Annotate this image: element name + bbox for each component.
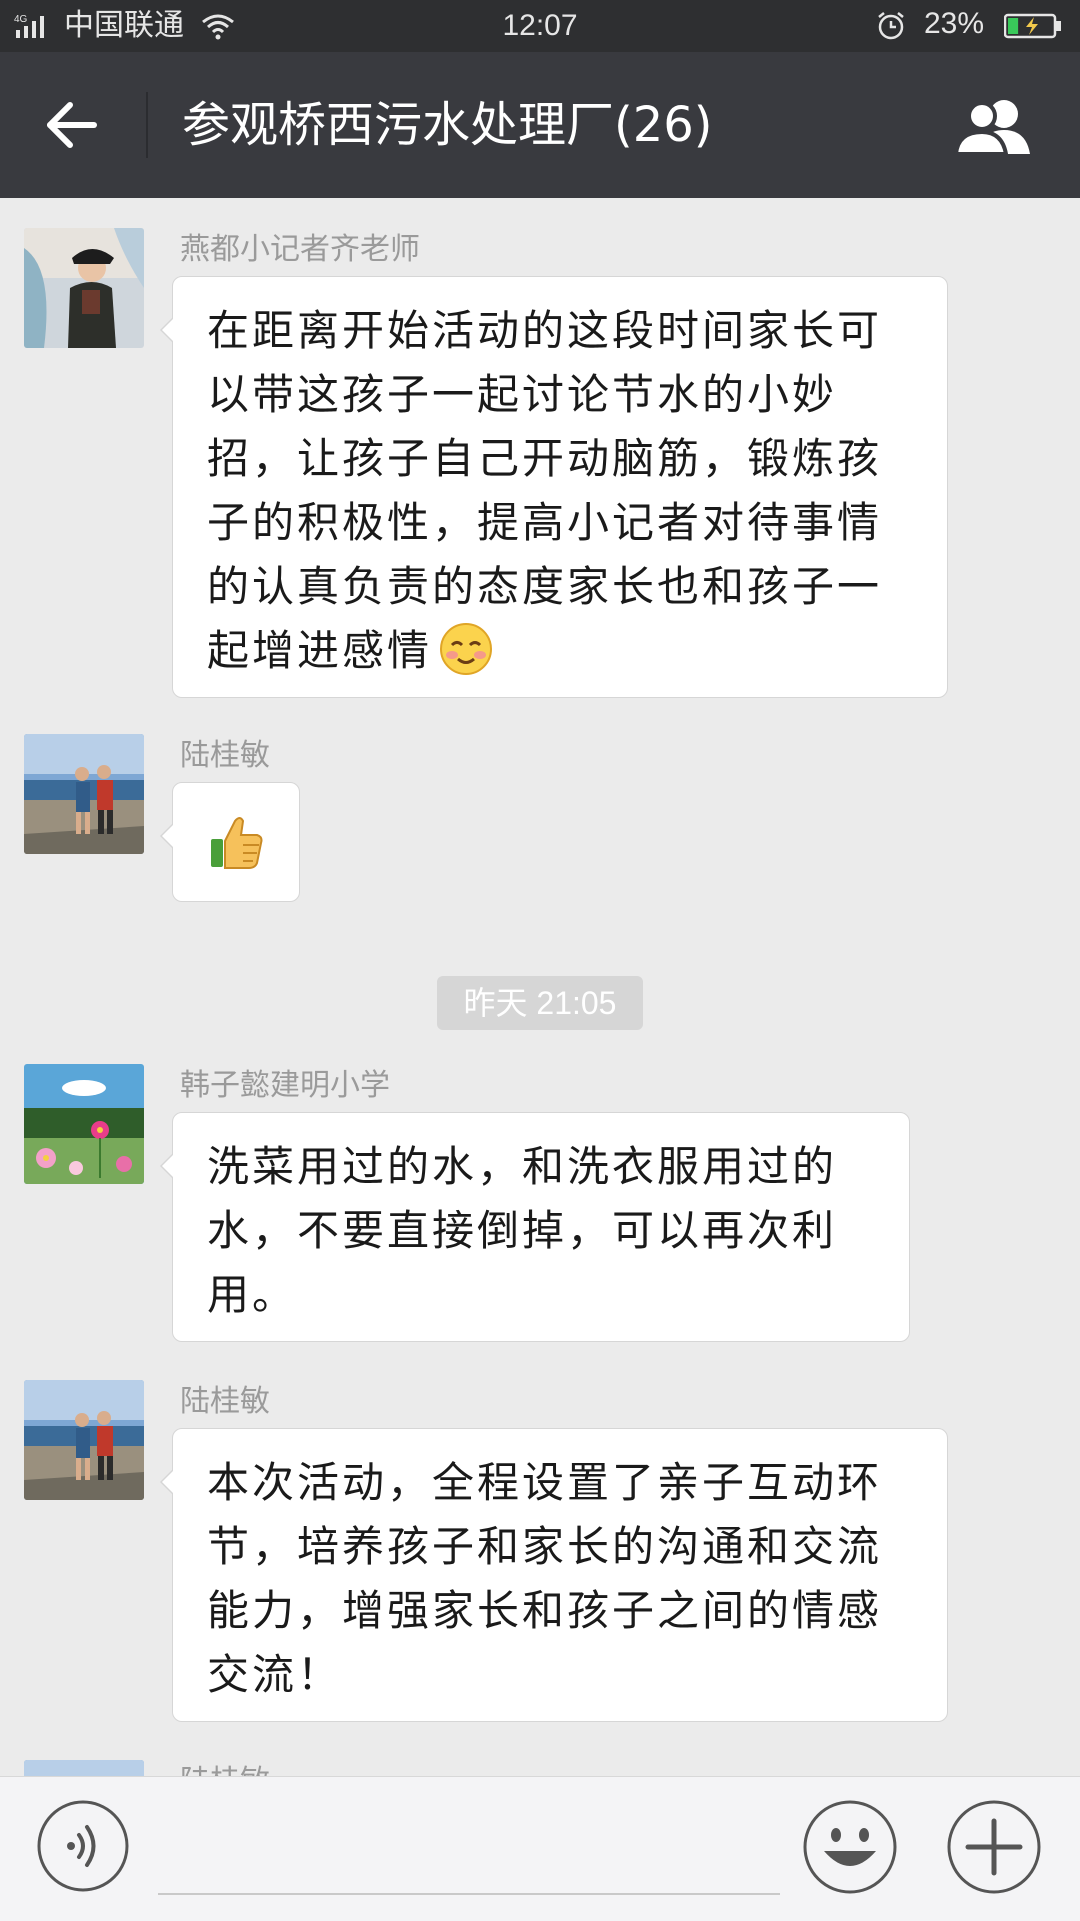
header-divider [146, 92, 148, 158]
message-text: 洗菜用过的水，和洗衣服用过的水，不要直接倒掉，可以再次利用。 [207, 1142, 838, 1319]
battery-fill [1008, 18, 1019, 34]
arrow-left-icon[interactable] [44, 97, 100, 153]
message-list[interactable]: 燕都小记者齐老师 在距离开始活动的这段时间家长可以带这孩子一起讨论节水的小妙招，… [0, 198, 1080, 1776]
message-input[interactable] [158, 1817, 784, 1889]
message-text: 在距离开始活动的这段时间家长可以带这孩子一起讨论节水的小妙招，让孩子自己开动脑筋… [207, 306, 883, 675]
avatar[interactable] [24, 734, 144, 854]
voice-input-icon[interactable] [36, 1799, 130, 1893]
smiling-face-icon [440, 623, 493, 675]
sender-name: 陆桂敏 [180, 1384, 270, 1419]
message-item: 韩子懿建明小学 洗菜用过的水，和洗衣服用过的水，不要直接倒掉，可以再次利用。 [0, 1064, 1080, 1354]
message-bubble[interactable]: 本次活动，全程设置了亲子互动环节，培养孩子和家长的沟通和交流能力，增强家长和孩子… [160, 1428, 948, 1722]
avatar-photo [24, 1064, 144, 1184]
message-bubble[interactable] [160, 782, 300, 902]
thumbs-up-icon [211, 817, 263, 869]
chat-title: 参观桥西污水处理厂(26) [182, 97, 713, 153]
clock-time: 12:07 [502, 9, 578, 42]
avatar-photo [24, 1760, 144, 1776]
battery-percent: 23% [924, 7, 985, 40]
message-item: 陆桂敏 [0, 734, 1080, 934]
message-item: 燕都小记者齐老师 在距离开始活动的这段时间家长可以带这孩子一起讨论节水的小妙招，… [0, 228, 1080, 698]
avatar-photo [24, 228, 144, 348]
message-item: 陆桂敏 本次活动，全程设置了亲子互动环节，培养孩子和家长的沟通和交流能力，增强家… [0, 1380, 1080, 1722]
group-members-icon[interactable] [952, 96, 1036, 156]
battery-charging-icon [1004, 13, 1061, 39]
plus-icon[interactable] [946, 1799, 1042, 1895]
avatar[interactable] [24, 1380, 144, 1500]
avatar-photo [24, 1380, 144, 1500]
avatar[interactable] [24, 228, 144, 348]
sender-name: 陆桂敏 [180, 738, 270, 773]
alarm-icon [878, 12, 904, 40]
input-bar [0, 1776, 1080, 1921]
sender-name: 陆桂敏 [180, 1762, 270, 1776]
input-underline [158, 1893, 780, 1895]
message-bubble[interactable]: 洗菜用过的水，和洗衣服用过的水，不要直接倒掉，可以再次利用。 [160, 1112, 910, 1342]
sender-name: 韩子懿建明小学 [180, 1068, 390, 1103]
time-divider: 昨天 21:05 [437, 976, 643, 1030]
sender-name: 燕都小记者齐老师 [180, 232, 420, 267]
avatar-photo [24, 734, 144, 854]
message-text: 本次活动，全程设置了亲子互动环节，培养孩子和家长的沟通和交流能力，增强家长和孩子… [207, 1458, 883, 1699]
chat-header: 参观桥西污水处理厂(26) [0, 52, 1080, 198]
message-item: 陆桂敏 [0, 1760, 1080, 1776]
message-bubble[interactable]: 在距离开始活动的这段时间家长可以带这孩子一起讨论节水的小妙招，让孩子自己开动脑筋… [160, 276, 948, 698]
emoji-icon[interactable] [802, 1799, 898, 1895]
avatar[interactable] [24, 1760, 144, 1776]
avatar[interactable] [24, 1064, 144, 1184]
status-bar: 4G 中国联通 12:07 23% [0, 0, 1080, 52]
